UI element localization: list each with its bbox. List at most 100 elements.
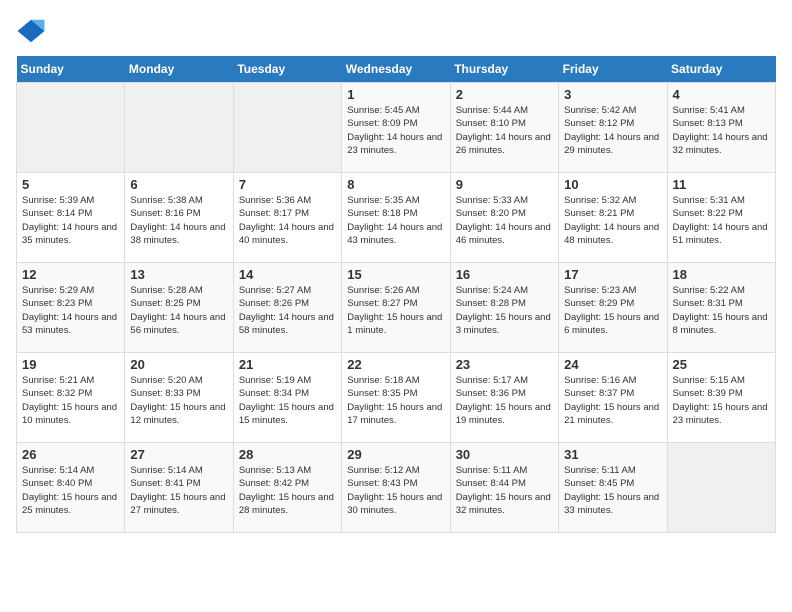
day-number: 22 — [347, 357, 444, 372]
calendar-cell: 4Sunrise: 5:41 AMSunset: 8:13 PMDaylight… — [667, 83, 775, 173]
day-info: Sunrise: 5:15 AMSunset: 8:39 PMDaylight:… — [673, 374, 770, 427]
calendar-cell: 9 Sunrise: 5:33 AMSunset: 8:20 PMDaylight… — [450, 173, 558, 263]
day-info: Sunrise: 5:33 AMSunset: 8:20 PMDaylight:… — [456, 194, 553, 247]
calendar-cell — [233, 83, 341, 173]
week-row-1: 1Sunrise: 5:45 AMSunset: 8:09 PMDaylight… — [17, 83, 776, 173]
week-row-5: 26 Sunrise: 5:14 AMSunset: 8:40 PMDayligh… — [17, 443, 776, 533]
calendar-cell: 1Sunrise: 5:45 AMSunset: 8:09 PMDaylight… — [342, 83, 450, 173]
day-info: Sunrise: 5:45 AMSunset: 8:09 PMDaylight:… — [347, 104, 444, 157]
day-info: Sunrise: 5:14 AMSunset: 8:40 PMDaylight:… — [22, 464, 119, 517]
week-row-3: 12Sunrise: 5:29 AMSunset: 8:23 PMDayligh… — [17, 263, 776, 353]
day-number: 24 — [564, 357, 661, 372]
week-row-2: 5 Sunrise: 5:39 AMSunset: 8:14 PMDaylight… — [17, 173, 776, 263]
day-header-thursday: Thursday — [450, 56, 558, 83]
calendar-cell — [125, 83, 233, 173]
calendar-cell: 31 Sunrise: 5:11 AMSunset: 8:45 PMDayligh… — [559, 443, 667, 533]
calendar-cell — [667, 443, 775, 533]
day-number: 21 — [239, 357, 336, 372]
day-info: Sunrise: 5:20 AMSunset: 8:33 PMDaylight:… — [130, 374, 227, 427]
calendar-cell — [17, 83, 125, 173]
day-info: Sunrise: 5:12 AMSunset: 8:43 PMDaylight:… — [347, 464, 444, 517]
calendar-cell: 25 Sunrise: 5:15 AMSunset: 8:39 PMDayligh… — [667, 353, 775, 443]
day-header-saturday: Saturday — [667, 56, 775, 83]
day-header-monday: Monday — [125, 56, 233, 83]
day-info: Sunrise: 5:19 AMSunset: 8:34 PMDaylight:… — [239, 374, 336, 427]
day-info: Sunrise: 5:18 AMSunset: 8:35 PMDaylight:… — [347, 374, 444, 427]
calendar-cell: 27 Sunrise: 5:14 AMSunset: 8:41 PMDayligh… — [125, 443, 233, 533]
calendar-cell: 16 Sunrise: 5:24 AMSunset: 8:28 PMDayligh… — [450, 263, 558, 353]
day-info: Sunrise: 5:24 AMSunset: 8:28 PMDaylight:… — [456, 284, 553, 337]
day-number: 31 — [564, 447, 661, 462]
day-info: Sunrise: 5:39 AMSunset: 8:14 PMDaylight:… — [22, 194, 119, 247]
day-number: 16 — [456, 267, 553, 282]
day-number: 13 — [130, 267, 227, 282]
calendar-cell: 6 Sunrise: 5:38 AMSunset: 8:16 PMDaylight… — [125, 173, 233, 263]
day-info: Sunrise: 5:31 AMSunset: 8:22 PMDaylight:… — [673, 194, 770, 247]
calendar-cell: 20 Sunrise: 5:20 AMSunset: 8:33 PMDayligh… — [125, 353, 233, 443]
day-info: Sunrise: 5:35 AMSunset: 8:18 PMDaylight:… — [347, 194, 444, 247]
calendar-cell: 19 Sunrise: 5:21 AMSunset: 8:32 PMDayligh… — [17, 353, 125, 443]
day-info: Sunrise: 5:44 AMSunset: 8:10 PMDaylight:… — [456, 104, 553, 157]
day-info: Sunrise: 5:21 AMSunset: 8:32 PMDaylight:… — [22, 374, 119, 427]
calendar-cell: 5 Sunrise: 5:39 AMSunset: 8:14 PMDaylight… — [17, 173, 125, 263]
calendar-cell: 2Sunrise: 5:44 AMSunset: 8:10 PMDaylight… — [450, 83, 558, 173]
day-info: Sunrise: 5:41 AMSunset: 8:13 PMDaylight:… — [673, 104, 770, 157]
calendar-cell: 8 Sunrise: 5:35 AMSunset: 8:18 PMDaylight… — [342, 173, 450, 263]
day-number: 10 — [564, 177, 661, 192]
day-number: 5 — [22, 177, 119, 192]
calendar-cell: 13 Sunrise: 5:28 AMSunset: 8:25 PMDayligh… — [125, 263, 233, 353]
day-info: Sunrise: 5:22 AMSunset: 8:31 PMDaylight:… — [673, 284, 770, 337]
calendar-cell: 10 Sunrise: 5:32 AMSunset: 8:21 PMDayligh… — [559, 173, 667, 263]
day-number: 23 — [456, 357, 553, 372]
calendar-cell: 29 Sunrise: 5:12 AMSunset: 8:43 PMDayligh… — [342, 443, 450, 533]
day-number: 19 — [22, 357, 119, 372]
day-info: Sunrise: 5:14 AMSunset: 8:41 PMDaylight:… — [130, 464, 227, 517]
calendar-cell: 26 Sunrise: 5:14 AMSunset: 8:40 PMDayligh… — [17, 443, 125, 533]
day-info: Sunrise: 5:29 AMSunset: 8:23 PMDaylight:… — [22, 284, 119, 337]
day-number: 18 — [673, 267, 770, 282]
day-info: Sunrise: 5:32 AMSunset: 8:21 PMDaylight:… — [564, 194, 661, 247]
day-number: 20 — [130, 357, 227, 372]
day-header-friday: Friday — [559, 56, 667, 83]
calendar-cell: 21 Sunrise: 5:19 AMSunset: 8:34 PMDayligh… — [233, 353, 341, 443]
day-number: 7 — [239, 177, 336, 192]
day-info: Sunrise: 5:27 AMSunset: 8:26 PMDaylight:… — [239, 284, 336, 337]
day-info: Sunrise: 5:16 AMSunset: 8:37 PMDaylight:… — [564, 374, 661, 427]
day-number: 29 — [347, 447, 444, 462]
calendar-cell: 15 Sunrise: 5:26 AMSunset: 8:27 PMDayligh… — [342, 263, 450, 353]
day-info: Sunrise: 5:17 AMSunset: 8:36 PMDaylight:… — [456, 374, 553, 427]
calendar-cell: 3 Sunrise: 5:42 AMSunset: 8:12 PMDaylight… — [559, 83, 667, 173]
logo — [16, 16, 50, 46]
calendar-cell: 28Sunrise: 5:13 AMSunset: 8:42 PMDayligh… — [233, 443, 341, 533]
day-info: Sunrise: 5:42 AMSunset: 8:12 PMDaylight:… — [564, 104, 661, 157]
calendar-cell: 11 Sunrise: 5:31 AMSunset: 8:22 PMDayligh… — [667, 173, 775, 263]
day-info: Sunrise: 5:13 AMSunset: 8:42 PMDaylight:… — [239, 464, 336, 517]
day-number: 14 — [239, 267, 336, 282]
day-number: 6 — [130, 177, 227, 192]
day-number: 17 — [564, 267, 661, 282]
calendar-cell: 17Sunrise: 5:23 AMSunset: 8:29 PMDayligh… — [559, 263, 667, 353]
day-info: Sunrise: 5:26 AMSunset: 8:27 PMDaylight:… — [347, 284, 444, 337]
calendar-cell: 18 Sunrise: 5:22 AMSunset: 8:31 PMDayligh… — [667, 263, 775, 353]
day-number: 9 — [456, 177, 553, 192]
day-number: 25 — [673, 357, 770, 372]
day-number: 8 — [347, 177, 444, 192]
day-info: Sunrise: 5:11 AMSunset: 8:45 PMDaylight:… — [564, 464, 661, 517]
calendar-table: SundayMondayTuesdayWednesdayThursdayFrid… — [16, 56, 776, 533]
header — [16, 16, 776, 46]
logo-icon — [16, 16, 46, 46]
day-header-sunday: Sunday — [17, 56, 125, 83]
day-info: Sunrise: 5:28 AMSunset: 8:25 PMDaylight:… — [130, 284, 227, 337]
day-number: 26 — [22, 447, 119, 462]
day-number: 15 — [347, 267, 444, 282]
day-info: Sunrise: 5:36 AMSunset: 8:17 PMDaylight:… — [239, 194, 336, 247]
day-number: 27 — [130, 447, 227, 462]
calendar-cell: 12Sunrise: 5:29 AMSunset: 8:23 PMDayligh… — [17, 263, 125, 353]
calendar-cell: 22 Sunrise: 5:18 AMSunset: 8:35 PMDayligh… — [342, 353, 450, 443]
calendar-cell: 24 Sunrise: 5:16 AMSunset: 8:37 PMDayligh… — [559, 353, 667, 443]
day-number: 11 — [673, 177, 770, 192]
day-number: 30 — [456, 447, 553, 462]
day-number: 3 — [564, 87, 661, 102]
day-info: Sunrise: 5:38 AMSunset: 8:16 PMDaylight:… — [130, 194, 227, 247]
calendar-cell: 23 Sunrise: 5:17 AMSunset: 8:36 PMDayligh… — [450, 353, 558, 443]
